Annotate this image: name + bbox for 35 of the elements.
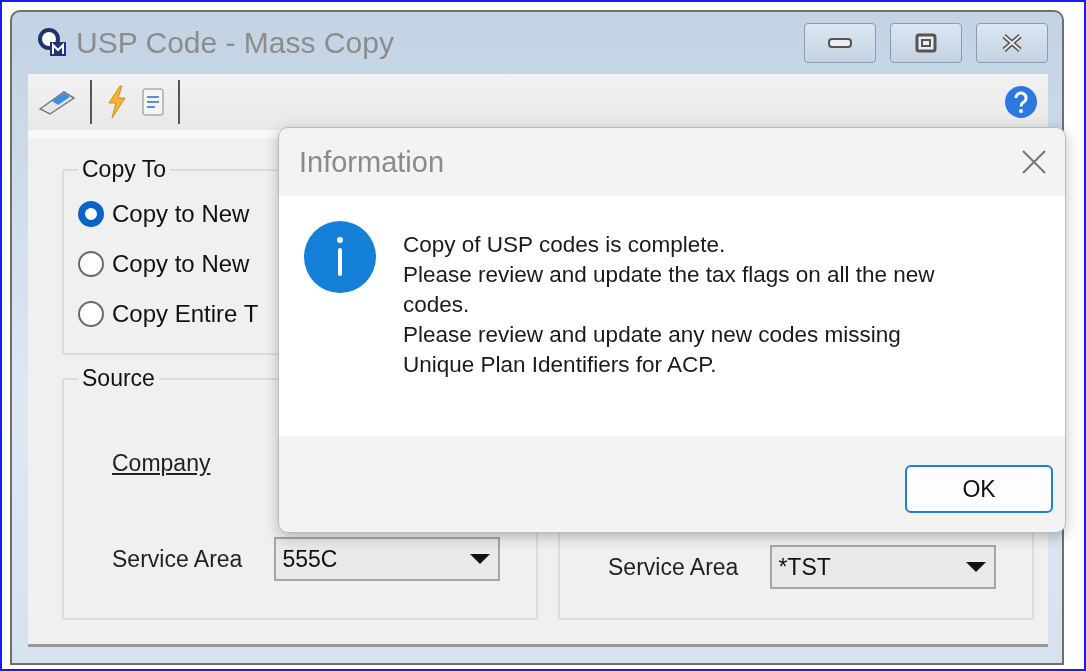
ok-button[interactable]: OK	[905, 465, 1053, 513]
eraser-icon[interactable]	[38, 89, 76, 115]
maximize-button[interactable]	[890, 23, 962, 63]
message-text: Please review and update any new codes missing	[403, 321, 902, 349]
close-button[interactable]	[976, 23, 1048, 63]
help-icon[interactable]	[1004, 85, 1038, 119]
dropdown-arrow-icon[interactable]	[468, 552, 493, 566]
maximize-icon	[915, 33, 937, 53]
service-area-dropdown[interactable]: *TST	[770, 545, 997, 589]
field-label: Service Area	[608, 553, 739, 581]
minimize-icon	[828, 38, 852, 48]
document-icon[interactable]	[142, 88, 164, 116]
dropdown-arrow-icon[interactable]	[964, 560, 989, 574]
radio-button[interactable]	[78, 301, 104, 327]
service-area-dropdown[interactable]: 555C	[274, 537, 501, 581]
message-text: codes.	[403, 291, 471, 319]
field-label: Service Area	[112, 545, 243, 573]
group-title: Copy To	[81, 156, 167, 183]
radio-button[interactable]	[78, 201, 104, 227]
radio-button[interactable]	[78, 251, 104, 277]
radio-label[interactable]: Copy to New	[112, 200, 250, 228]
close-icon	[1000, 33, 1024, 53]
dialog-title: Information	[299, 145, 445, 179]
close-icon	[1021, 149, 1047, 175]
message-text: Unique Plan Identifiers for ACP.	[403, 351, 718, 379]
minimize-button[interactable]	[804, 23, 876, 63]
message-text: Copy of USP codes is complete.	[403, 231, 727, 259]
group-title: Source	[81, 365, 156, 392]
window-title: USP Code - Mass Copy	[76, 26, 395, 60]
radio-label[interactable]: Copy to New	[112, 250, 250, 278]
app-logo-icon	[38, 28, 68, 58]
company-link[interactable]: Company	[112, 450, 211, 477]
radio-label[interactable]: Copy Entire T	[112, 300, 259, 328]
info-icon	[303, 220, 377, 294]
message-text: Please review and update the tax flags on all the new	[403, 261, 935, 289]
